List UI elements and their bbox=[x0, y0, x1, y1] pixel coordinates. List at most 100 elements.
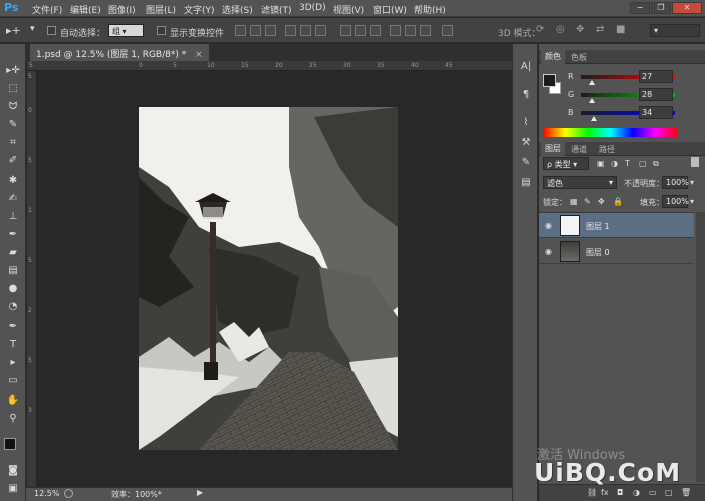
restore-button[interactable]: ❐ bbox=[651, 2, 671, 14]
3d-roll-icon[interactable]: ◎ bbox=[556, 24, 565, 35]
opacity-dropdown-icon[interactable]: ▾ bbox=[690, 178, 694, 187]
3d-pan-icon[interactable]: ✥ bbox=[576, 24, 584, 35]
lock-position-icon[interactable]: ✥ bbox=[598, 197, 605, 206]
actions-panel-icon[interactable]: ▤ bbox=[519, 176, 533, 190]
new-group-icon[interactable]: ▭ bbox=[649, 488, 657, 497]
menu-3d[interactable]: 3D(D) bbox=[299, 3, 326, 13]
menu-edit[interactable]: 编辑(E) bbox=[70, 3, 101, 16]
fill-dropdown-icon[interactable]: ▾ bbox=[690, 197, 694, 206]
color-spectrum-bar[interactable] bbox=[543, 128, 678, 137]
filter-smart-object-icon[interactable]: ⧉ bbox=[653, 159, 659, 169]
brush-panel-icon[interactable]: ✎ bbox=[519, 156, 533, 170]
history-brush-tool-icon[interactable]: ✒ bbox=[4, 228, 22, 242]
zoom-tool-icon[interactable]: ⚲ bbox=[4, 412, 22, 426]
layer-row[interactable]: ◉ 图层 1 bbox=[539, 213, 694, 238]
move-tool-icon[interactable]: ▸+ bbox=[6, 24, 21, 37]
blue-slider-thumb[interactable] bbox=[591, 116, 597, 121]
3d-rotate-icon[interactable]: ⟳ bbox=[536, 24, 544, 35]
paragraph-panel-icon[interactable]: ¶ bbox=[519, 88, 533, 102]
tab-paths[interactable]: 路径 bbox=[599, 144, 615, 155]
document-tab-close-icon[interactable]: × bbox=[195, 50, 203, 60]
shape-tool-icon[interactable]: ▭ bbox=[4, 374, 22, 388]
gradient-tool-icon[interactable]: ▤ bbox=[4, 264, 22, 278]
tab-channels[interactable]: 通道 bbox=[571, 144, 587, 155]
filter-adjustment-icon[interactable]: ◑ bbox=[611, 159, 618, 168]
menu-file[interactable]: 文件(F) bbox=[32, 3, 62, 16]
fx-icon[interactable]: fx bbox=[601, 488, 609, 497]
auto-select-checkbox[interactable] bbox=[47, 26, 56, 35]
crop-tool-icon[interactable]: ⌗ bbox=[4, 136, 22, 150]
path-select-tool-icon[interactable]: ▸ bbox=[4, 356, 22, 370]
3d-slide-icon[interactable]: ⇄ bbox=[596, 24, 604, 35]
menu-window[interactable]: 窗口(W) bbox=[373, 3, 407, 16]
distribute-bottom-icon[interactable] bbox=[370, 25, 381, 36]
quick-select-tool-icon[interactable]: ✎ bbox=[4, 118, 22, 132]
align-top-icon[interactable] bbox=[235, 25, 246, 36]
lasso-tool-icon[interactable]: ᗢ bbox=[4, 100, 22, 114]
visibility-eye-icon[interactable]: ◉ bbox=[545, 247, 552, 256]
status-info-icon[interactable] bbox=[64, 489, 73, 498]
marquee-tool-icon[interactable]: ⬚ bbox=[4, 82, 22, 96]
auto-align-icon[interactable] bbox=[442, 25, 453, 36]
distribute-right-icon[interactable] bbox=[420, 25, 431, 36]
filter-toggle[interactable] bbox=[691, 157, 699, 167]
red-value-field[interactable]: 27 bbox=[639, 70, 673, 83]
show-transform-checkbox[interactable] bbox=[157, 26, 166, 35]
auto-select-target-dropdown[interactable]: 组 ▾ bbox=[108, 24, 144, 37]
eraser-tool-icon[interactable]: ▰ bbox=[4, 246, 22, 260]
healing-brush-tool-icon[interactable]: ✱ bbox=[4, 174, 22, 188]
lock-transparent-icon[interactable]: ▦ bbox=[570, 197, 578, 206]
tab-layers[interactable]: 图层 bbox=[541, 142, 565, 156]
align-hcenter-icon[interactable] bbox=[300, 25, 311, 36]
layer-list-scrollbar[interactable] bbox=[696, 212, 705, 482]
minimize-button[interactable]: − bbox=[630, 2, 650, 14]
blend-mode-dropdown[interactable]: 滤色 ▾ bbox=[543, 176, 617, 189]
layer-name[interactable]: 图层 1 bbox=[586, 221, 610, 232]
menu-help[interactable]: 帮助(H) bbox=[414, 3, 446, 16]
align-right-icon[interactable] bbox=[315, 25, 326, 36]
menu-image[interactable]: 图像(I) bbox=[108, 3, 136, 16]
blue-value-field[interactable]: 34 bbox=[639, 106, 673, 119]
link-layers-icon[interactable]: ⛓ bbox=[587, 488, 597, 497]
distribute-vcenter-icon[interactable] bbox=[355, 25, 366, 36]
tab-color[interactable]: 颜色 bbox=[541, 50, 565, 64]
3d-scale-icon[interactable]: ■ bbox=[616, 24, 625, 35]
add-mask-icon[interactable]: ◘ bbox=[617, 488, 623, 497]
zoom-level[interactable]: 12.5% bbox=[34, 489, 59, 498]
panel-foreground-swatch[interactable] bbox=[543, 74, 556, 87]
new-layer-icon[interactable]: ▢ bbox=[665, 488, 673, 497]
foreground-color-swatch[interactable] bbox=[4, 438, 16, 450]
fill-field[interactable]: 100% bbox=[662, 195, 689, 208]
opacity-field[interactable]: 100% bbox=[662, 176, 689, 189]
menu-filter[interactable]: 滤镜(T) bbox=[261, 3, 292, 16]
align-vcenter-icon[interactable] bbox=[250, 25, 261, 36]
layer-filter-dropdown[interactable]: ρ 类型 ▾ bbox=[543, 157, 589, 170]
filter-pixel-icon[interactable]: ▣ bbox=[597, 159, 605, 168]
dodge-tool-icon[interactable]: ◔ bbox=[4, 300, 22, 314]
blur-tool-icon[interactable]: ● bbox=[4, 282, 22, 296]
lock-image-icon[interactable]: ✎ bbox=[584, 197, 591, 206]
filter-type-icon[interactable]: T bbox=[625, 159, 630, 168]
distribute-top-icon[interactable] bbox=[340, 25, 351, 36]
history-panel-icon[interactable]: ⌇ bbox=[519, 116, 533, 130]
distribute-left-icon[interactable] bbox=[390, 25, 401, 36]
close-window-button[interactable]: ✕ bbox=[672, 2, 702, 14]
menu-layer[interactable]: 图层(L) bbox=[146, 3, 176, 16]
filter-shape-icon[interactable]: ▢ bbox=[639, 159, 647, 168]
quick-mask-icon[interactable]: ◙ bbox=[4, 464, 22, 478]
brush-tool-icon[interactable]: ✍ bbox=[4, 192, 22, 206]
layer-name[interactable]: 图层 0 bbox=[586, 247, 610, 258]
visibility-eye-icon[interactable]: ◉ bbox=[545, 221, 552, 230]
eyedropper-tool-icon[interactable]: ✐ bbox=[4, 154, 22, 168]
document-image[interactable] bbox=[139, 107, 398, 450]
delete-layer-icon[interactable]: 🗑 bbox=[681, 488, 691, 497]
pen-tool-icon[interactable]: ✒ bbox=[4, 320, 22, 334]
lock-all-icon[interactable]: 🔒 bbox=[613, 197, 623, 206]
type-tool-icon[interactable]: T bbox=[4, 338, 22, 352]
character-panel-icon[interactable]: A| bbox=[519, 60, 533, 74]
screen-mode-icon[interactable]: ▣ bbox=[4, 482, 22, 496]
align-bottom-icon[interactable] bbox=[265, 25, 276, 36]
red-slider-thumb[interactable] bbox=[589, 80, 595, 85]
layer-row[interactable]: ◉ 图层 0 bbox=[539, 239, 694, 264]
clone-stamp-tool-icon[interactable]: ⊥ bbox=[4, 210, 22, 224]
